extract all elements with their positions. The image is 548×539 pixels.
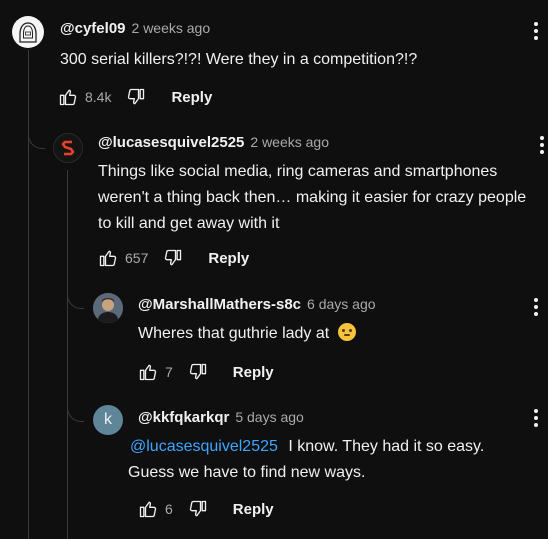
comment-time[interactable]: 2 weeks ago <box>132 20 211 36</box>
comment-text: Things like social media, ring cameras a… <box>98 163 527 232</box>
person-photo-icon <box>93 293 123 323</box>
comment-actions: 657 Reply <box>97 246 249 270</box>
thumbs-down-icon <box>189 363 206 380</box>
s-logo-icon <box>61 140 75 156</box>
dislike-button[interactable] <box>125 86 147 108</box>
thumbs-down-icon <box>189 500 206 517</box>
more-actions-icon[interactable] <box>532 409 540 427</box>
thumbs-down-icon <box>128 88 145 105</box>
comment-time[interactable]: 2 weeks ago <box>250 134 329 150</box>
more-actions-icon[interactable] <box>538 136 546 154</box>
comment-actions: 6 Reply <box>137 497 274 521</box>
like-button[interactable] <box>57 86 79 108</box>
mention-link[interactable]: @lucasesquivel2525 <box>130 438 278 455</box>
reply-button[interactable]: Reply <box>208 250 249 267</box>
comment-author[interactable]: @kkfqkarkqr <box>138 409 229 426</box>
s-logo-avatar[interactable] <box>53 133 83 163</box>
more-actions-icon[interactable] <box>532 298 540 316</box>
avatar-letter: k <box>104 411 112 428</box>
comment-text: 300 serial killers?!?! Were they in a co… <box>60 51 418 68</box>
like-count: 8.4k <box>85 89 112 105</box>
letter-avatar[interactable]: k <box>93 405 123 435</box>
comment-time[interactable]: 6 days ago <box>307 296 376 312</box>
thumbs-up-icon <box>139 501 157 518</box>
thumbs-up-icon <box>59 89 77 106</box>
comment-author[interactable]: @MarshallMathers-s8c <box>138 296 301 313</box>
comment-text: @lucasesquivel2525 I know. They had it s… <box>128 434 533 486</box>
like-button[interactable] <box>137 498 159 520</box>
hooded-figure-icon <box>19 22 37 43</box>
like-count: 6 <box>165 501 173 517</box>
comment-actions: 7 Reply <box>137 360 274 384</box>
like-count: 7 <box>165 364 173 380</box>
dislike-button[interactable] <box>187 498 209 520</box>
comment-header: @cyfel09 2 weeks ago <box>60 20 210 37</box>
dislike-button[interactable] <box>187 361 209 383</box>
comment-header: @lucasesquivel2525 2 weeks ago <box>98 134 329 151</box>
like-button[interactable] <box>137 361 159 383</box>
reply-button[interactable]: Reply <box>233 364 274 381</box>
reply-button[interactable]: Reply <box>171 89 212 106</box>
like-button[interactable] <box>97 247 119 269</box>
comment-text: Wheres that guthrie lady at <box>138 321 518 347</box>
more-actions-icon[interactable] <box>532 22 540 40</box>
thread-elbow <box>28 100 45 149</box>
thumbs-up-icon <box>99 250 117 267</box>
thinking-face-emoji <box>337 323 356 341</box>
dislike-button[interactable] <box>162 247 184 269</box>
comment-time[interactable]: 5 days ago <box>235 409 304 425</box>
hooded-figure-avatar[interactable] <box>12 16 44 48</box>
thumbs-down-icon <box>165 249 182 266</box>
comment-header: @kkfqkarkqr 5 days ago <box>138 409 304 426</box>
comment-header: @MarshallMathers-s8c 6 days ago <box>138 296 376 313</box>
reply-button[interactable]: Reply <box>233 501 274 518</box>
like-count: 657 <box>125 250 149 266</box>
comment-actions: 8.4k Reply <box>57 85 212 109</box>
comment-author[interactable]: @lucasesquivel2525 <box>98 134 244 151</box>
comment-text-body: Wheres that guthrie lady at <box>138 325 330 342</box>
photo-avatar[interactable] <box>93 293 123 323</box>
comment-author[interactable]: @cyfel09 <box>60 20 126 37</box>
thread-elbow <box>67 300 84 422</box>
thumbs-up-icon <box>139 364 157 381</box>
